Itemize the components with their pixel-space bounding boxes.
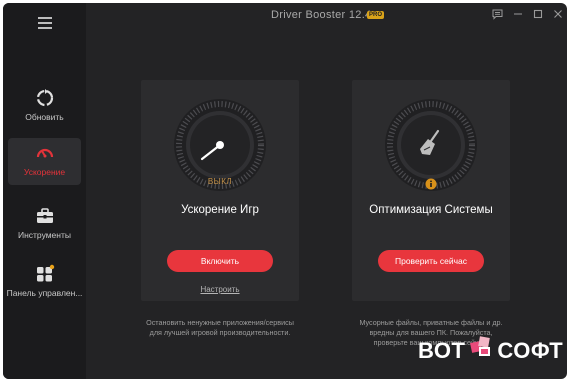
watermark-right: СОФТ — [497, 338, 564, 363]
app-title: Driver Booster 12.4 — [271, 9, 372, 21]
game-boost-card: ВЫКЛ Ускорение Игр Включить Настроить — [141, 80, 299, 301]
menu-icon[interactable] — [38, 17, 52, 29]
apps-icon — [33, 262, 57, 286]
sidebar-item-update[interactable]: Обновить — [8, 83, 81, 133]
system-optimization-card: Оптимизация Системы Проверить сейчас — [352, 80, 510, 301]
app-window: Обновить Ускорение Инструменты Панель уп… — [3, 3, 567, 379]
close-icon[interactable] — [552, 8, 564, 20]
maximize-icon[interactable] — [532, 8, 544, 20]
sidebar-item-tools[interactable]: Инструменты — [8, 201, 81, 251]
sidebar-item-label: Обновить — [25, 112, 64, 122]
watermark-logo-icon — [468, 333, 494, 359]
sidebar-item-boost[interactable]: Ускорение — [8, 138, 81, 185]
sidebar-item-control-panel[interactable]: Панель управлен... — [6, 259, 83, 309]
boost-status-label: ВЫКЛ — [207, 177, 233, 186]
speedometer-icon — [33, 141, 57, 165]
game-boost-description: Остановить ненужные приложения/сервисы д… — [146, 318, 294, 337]
enable-boost-button[interactable]: Включить — [167, 250, 273, 272]
sidebar-item-label: Панель управлен... — [6, 288, 83, 298]
sidebar: Обновить Ускорение Инструменты Панель уп… — [3, 3, 86, 379]
system-optimization-title: Оптимизация Системы — [369, 204, 493, 216]
game-boost-title: Ускорение Игр — [181, 204, 259, 216]
feedback-icon[interactable] — [491, 8, 503, 20]
watermark-left: ВОТ — [418, 338, 466, 363]
toolbox-icon — [33, 204, 57, 228]
info-icon[interactable] — [425, 177, 437, 190]
refresh-icon — [33, 86, 57, 110]
sidebar-item-label: Инструменты — [17, 230, 71, 240]
boost-settings-link[interactable]: Настроить — [141, 285, 299, 294]
sidebar-item-label: Ускорение — [23, 167, 66, 177]
broom-icon — [414, 125, 448, 159]
pro-badge: PRO — [367, 11, 385, 19]
scan-now-button[interactable]: Проверить сейчас — [378, 250, 484, 272]
minimize-icon[interactable] — [512, 8, 524, 20]
